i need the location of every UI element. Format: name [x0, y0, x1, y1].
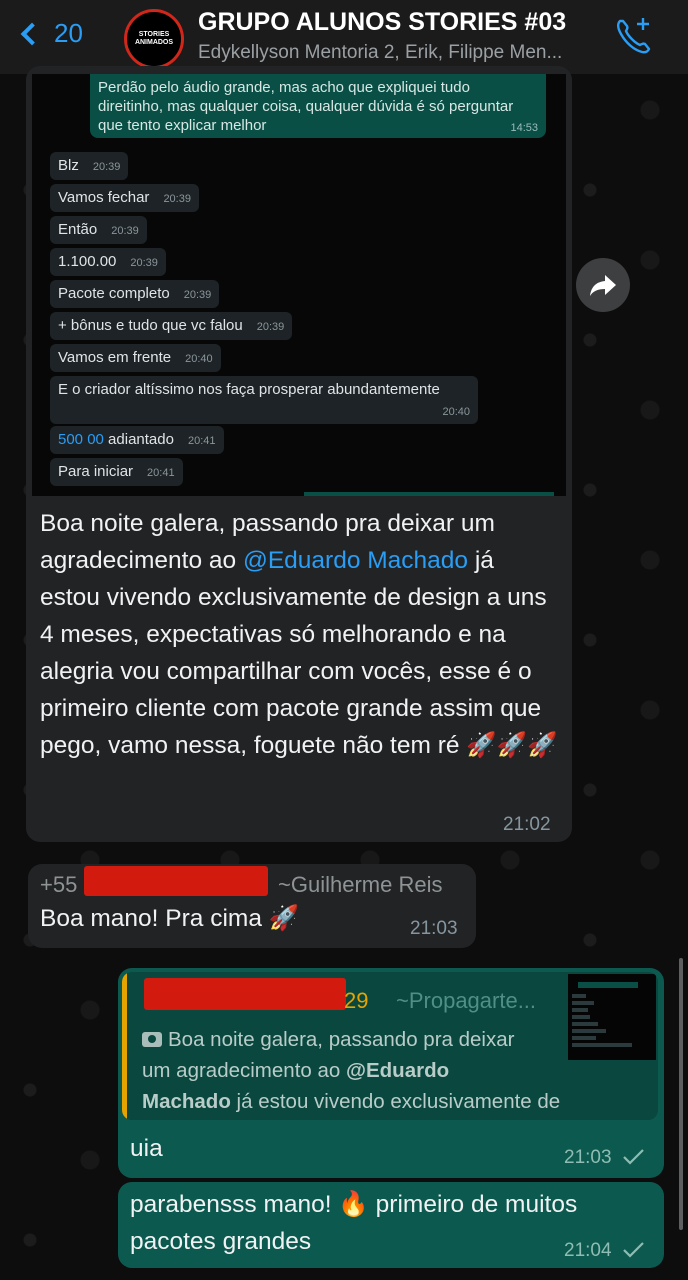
sender-phone[interactable]: +55 [40, 872, 77, 898]
redacted-number [84, 866, 268, 896]
unread-count: 20 [54, 18, 83, 48]
message-time: 21:03 [564, 1147, 612, 1168]
camera-icon [142, 1032, 162, 1047]
message-time: 21:03 [410, 918, 458, 939]
screenshot-message: E o criador altíssimo nos faça prosperar… [50, 376, 478, 424]
quoted-sender-name: ~Propagarte... [396, 988, 537, 1013]
screenshot-message: Vamos em frente 20:40 [50, 344, 221, 372]
group-avatar[interactable]: STORIES ANIMADOS [124, 9, 184, 69]
scrollbar[interactable] [679, 958, 683, 1230]
quote-accent-bar [122, 972, 127, 1120]
sent-check-icon [623, 1149, 644, 1165]
add-call-icon[interactable] [612, 14, 656, 58]
screenshot-edge [304, 492, 554, 496]
quoted-sender-suffix: 29 [344, 988, 369, 1013]
message-time: 21:04 [564, 1240, 612, 1261]
screenshot-message: Então 20:39 [50, 216, 147, 244]
quoted-thumbnail [568, 974, 656, 1060]
message-text: uia [130, 1135, 163, 1162]
screenshot-message: 500 00 adiantado 20:41 [50, 426, 224, 454]
message-caption: Boa noite galera, passando pra deixar um… [40, 510, 558, 759]
redacted-number [144, 978, 346, 1010]
quoted-text: Boa noite galera, passando pra deixar um… [142, 1028, 561, 1113]
sent-check-icon [623, 1242, 644, 1258]
forward-icon [590, 275, 616, 296]
screenshot-message: Blz 20:39 [50, 152, 129, 180]
group-title[interactable]: GRUPO ALUNOS STORIES #03 [198, 8, 566, 37]
screenshot-message: Vamos fechar 20:39 [50, 184, 199, 212]
screenshot-message: Pacote completo 20:39 [50, 280, 220, 308]
back-button[interactable]: 20 [18, 18, 83, 49]
screenshot-outgoing-message: Perdão pelo áudio grande, mas acho que e… [90, 74, 546, 138]
screenshot-message: 1.100.00 20:39 [50, 248, 166, 276]
forward-button[interactable] [576, 258, 630, 312]
group-participants[interactable]: Edykellyson Mentoria 2, Erik, Filippe Me… [198, 42, 608, 64]
quoted-message[interactable]: 29 ~Propagarte... Boa noite galera, pass… [122, 972, 658, 1120]
attached-screenshot[interactable]: Perdão pelo áudio grande, mas acho que e… [32, 74, 566, 496]
screenshot-message: Para iniciar 20:41 [50, 458, 183, 486]
screenshot-message: + bônus e tudo que vc falou 20:39 [50, 312, 293, 340]
message-time: 21:02 [503, 814, 551, 835]
mention-link[interactable]: @Eduardo Machado [243, 547, 468, 574]
chevron-left-icon [20, 22, 44, 45]
message-text: Boa mano! Pra cima 🚀 [40, 905, 300, 932]
sender-name[interactable]: ~Guilherme Reis [278, 872, 442, 898]
chat-header: 20 STORIES ANIMADOS GRUPO ALUNOS STORIES… [0, 0, 688, 74]
